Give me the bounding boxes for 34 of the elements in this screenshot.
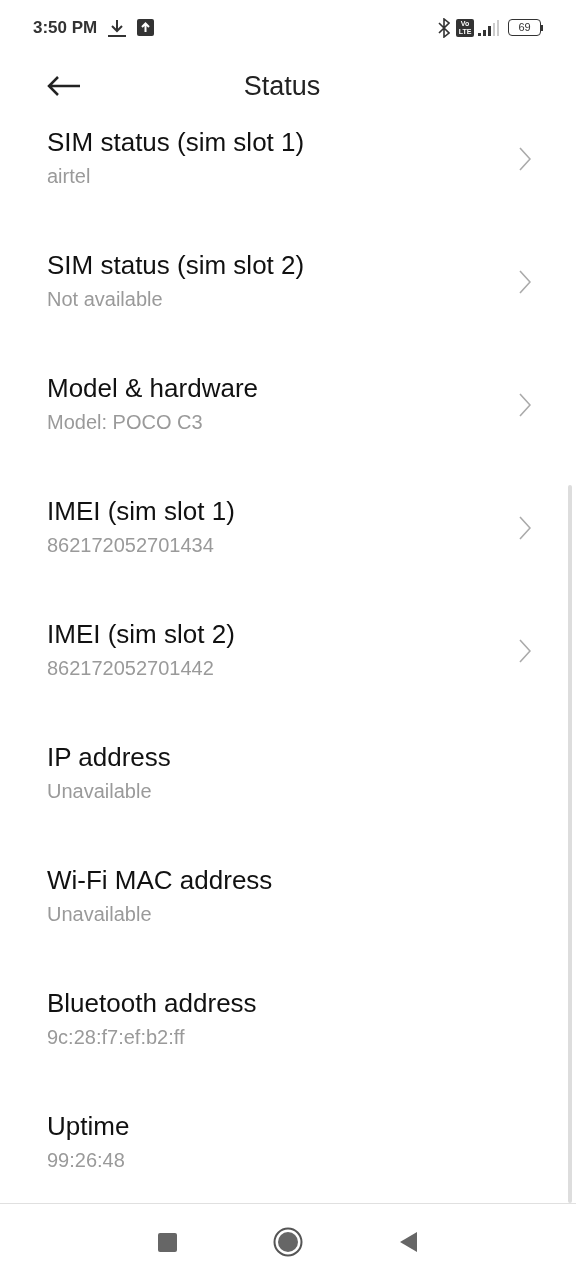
- row-title: Wi-Fi MAC address: [47, 864, 274, 897]
- row-value: 862172052701442: [47, 656, 215, 681]
- back-arrow-icon[interactable]: [47, 75, 81, 97]
- row-title: Bluetooth address: [47, 987, 258, 1020]
- chevron-right-icon: [519, 393, 531, 417]
- row-value: Unavailable: [47, 902, 153, 927]
- bluetooth-icon: [438, 17, 450, 38]
- signal-icon: [478, 19, 500, 36]
- row-value: 99:26:48: [47, 1148, 126, 1173]
- back-button[interactable]: [399, 1231, 418, 1253]
- row-value: Unavailable: [47, 779, 153, 804]
- chevron-right-icon: [519, 639, 531, 663]
- row-title: IMEI (sim slot 2): [47, 618, 236, 651]
- row-title: IP address: [47, 741, 172, 774]
- row-value: 9c:28:f7:ef:b2:ff: [47, 1025, 186, 1050]
- recents-button[interactable]: [158, 1232, 177, 1252]
- status-time: 3:50 PM: [33, 16, 98, 39]
- row-title: SIM status (sim slot 2): [47, 249, 306, 282]
- row-title: SIM status (sim slot 1): [47, 126, 306, 159]
- home-button[interactable]: [273, 1227, 303, 1257]
- chevron-right-icon: [519, 147, 531, 171]
- battery-icon: 69: [508, 19, 541, 36]
- upload-icon: [137, 19, 155, 36]
- chevron-right-icon: [519, 270, 531, 294]
- download-icon: [107, 18, 128, 37]
- row-title: IMEI (sim slot 1): [47, 495, 236, 528]
- row-title: Uptime: [47, 1110, 131, 1143]
- page-title: Status: [243, 69, 321, 103]
- row-value: airtel: [47, 164, 92, 189]
- row-title: Model & hardware: [47, 372, 259, 405]
- row-value: 862172052701434: [47, 533, 215, 558]
- chevron-right-icon: [519, 516, 531, 540]
- row-value: Not available: [47, 287, 164, 312]
- row-value: Model: POCO C3: [47, 410, 204, 435]
